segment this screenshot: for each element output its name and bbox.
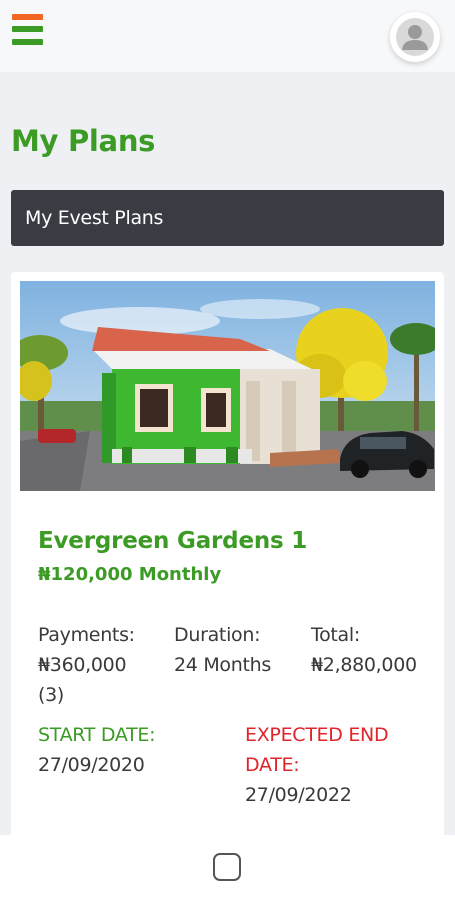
page-title: My Plans	[11, 124, 156, 158]
end-date-value: 27/09/2022	[245, 784, 352, 806]
total-stat: Total: ₦2,880,000	[311, 620, 417, 680]
duration-value: 24 Months	[174, 654, 271, 676]
end-date-label-line2: DATE:	[245, 754, 300, 776]
payments-label: Payments:	[38, 624, 135, 646]
payments-stat: Payments: ₦360,000 (3)	[38, 620, 135, 710]
payments-value: ₦360,000	[38, 654, 127, 676]
total-label: Total:	[311, 624, 360, 646]
start-date: START DATE: 27/09/2020	[38, 720, 155, 780]
section-label: My Evest Plans	[25, 207, 164, 229]
start-date-value: 27/09/2020	[38, 754, 145, 776]
end-date-label-line1: EXPECTED END	[245, 724, 389, 746]
plan-image	[20, 281, 435, 491]
menu-bar-middle	[12, 26, 43, 32]
house-photo	[20, 281, 435, 491]
my-evest-plans-header: My Evest Plans	[11, 190, 444, 246]
system-navigation-bar	[0, 835, 455, 900]
menu-bar-bottom	[12, 39, 43, 45]
hamburger-menu-icon[interactable]	[12, 14, 44, 48]
home-button-icon[interactable]	[213, 853, 241, 881]
plan-card[interactable]: Evergreen Gardens 1 ₦120,000 Monthly Pay…	[11, 272, 444, 872]
plan-price: ₦120,000 Monthly	[38, 564, 222, 585]
top-app-bar	[0, 0, 455, 72]
person-silhouette-icon	[396, 18, 434, 56]
duration-label: Duration:	[174, 624, 261, 646]
duration-stat: Duration: 24 Months	[174, 620, 271, 680]
expected-end-date: EXPECTED END DATE: 27/09/2022	[245, 720, 415, 810]
payments-count: (3)	[38, 684, 65, 706]
plan-name: Evergreen Gardens 1	[38, 528, 308, 554]
total-value: ₦2,880,000	[311, 654, 417, 676]
menu-bar-top	[12, 14, 43, 20]
user-avatar-icon[interactable]	[390, 12, 440, 62]
start-date-label: START DATE:	[38, 724, 156, 746]
